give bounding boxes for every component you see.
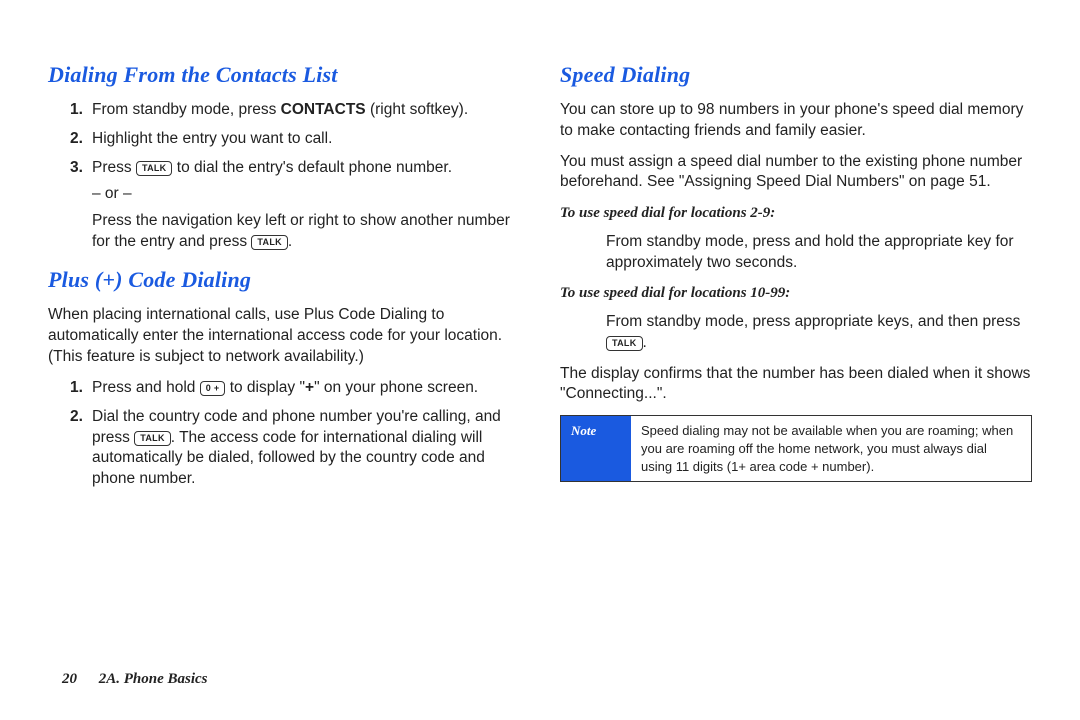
talk-key-icon: TALK [136,161,173,176]
subheading-2-9: To use speed dial for locations 2-9: [560,203,1032,223]
or-separator: – or – [92,184,520,205]
text: From standby mode, press [92,101,281,118]
sub1-body: From standby mode, press and hold the ap… [560,232,1032,274]
plus-bold: + [305,379,314,396]
contacts-steps: 1. From standby mode, press CONTACTS (ri… [48,100,520,254]
step-1: 1. Press and hold 0 + to display "+" on … [48,378,520,399]
text: Highlight the entry you want to call. [92,129,520,150]
note-box: Note Speed dialing may not be available … [560,415,1032,482]
page-footer: 20 2A. Phone Basics [62,671,208,688]
zero-plus-key-icon: 0 + [200,381,226,396]
page-body: Dialing From the Contacts List 1. From s… [0,0,1080,640]
speed-p3: The display confirms that the number has… [560,364,1032,406]
text: " on your phone screen. [314,379,478,396]
text: . [288,233,292,250]
softkey-bold: CONTACTS [281,101,366,118]
page-number: 20 [62,671,77,687]
heading-plus-code: Plus (+) Code Dialing [48,265,520,295]
note-label: Note [561,416,631,481]
left-column: Dialing From the Contacts List 1. From s… [48,56,520,640]
section-title: 2A. Phone Basics [99,671,208,687]
plus-steps: 1. Press and hold 0 + to display "+" on … [48,378,520,491]
talk-key-icon: TALK [134,431,171,446]
text: Press the navigation key left or right t… [92,212,510,250]
plus-intro: When placing international calls, use Pl… [48,305,520,368]
text: to display " [225,379,305,396]
speed-p2: You must assign a speed dial number to t… [560,152,1032,194]
step-1: 1. From standby mode, press CONTACTS (ri… [48,100,520,121]
text: . [643,334,647,351]
text: Press [92,159,136,176]
note-text: Speed dialing may not be available when … [631,416,1031,481]
text: to dial the entry's default phone number… [172,159,452,176]
text: (right softkey). [366,101,469,118]
sub2-body: From standby mode, press appropriate key… [560,312,1032,354]
talk-key-icon: TALK [251,235,288,250]
heading-contacts: Dialing From the Contacts List [48,60,520,90]
speed-p1: You can store up to 98 numbers in your p… [560,100,1032,142]
talk-key-icon: TALK [606,336,643,351]
subheading-10-99: To use speed dial for locations 10-99: [560,283,1032,303]
right-column: Speed Dialing You can store up to 98 num… [560,56,1032,640]
text: Press and hold [92,379,200,396]
heading-speed-dial: Speed Dialing [560,60,1032,90]
text: From standby mode, press appropriate key… [606,313,1020,330]
step-2: 2. Highlight the entry you want to call. [48,129,520,150]
step-3: 3. Press TALK to dial the entry's defaul… [48,158,520,254]
step-2: 2. Dial the country code and phone numbe… [48,407,520,491]
